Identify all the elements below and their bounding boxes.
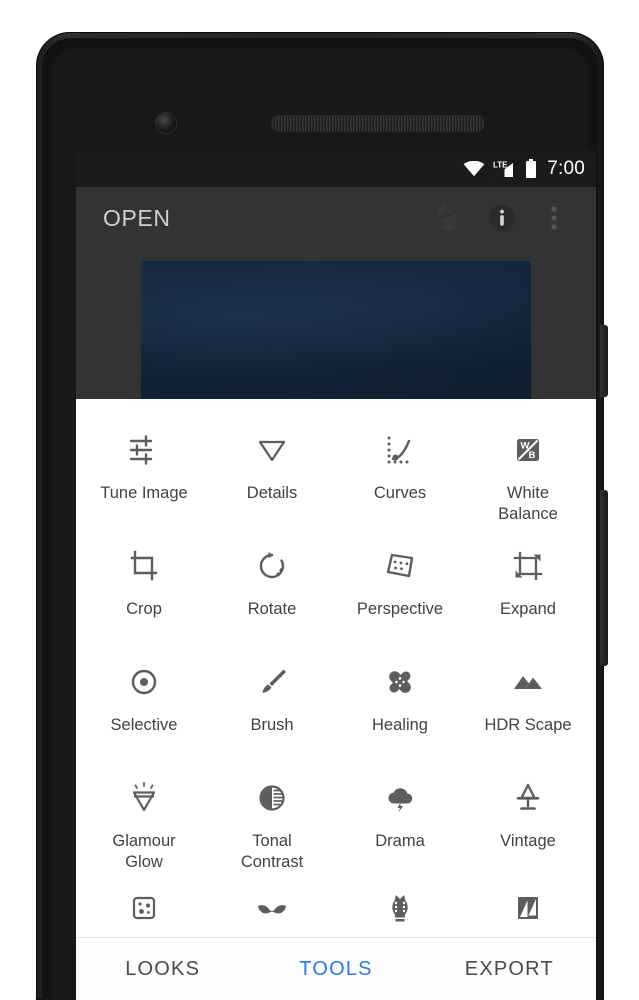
info-icon[interactable]: [476, 192, 528, 244]
photo-preview[interactable]: [141, 261, 531, 399]
tool-vintage[interactable]: Vintage: [464, 765, 592, 881]
tool-tonal-contrast[interactable]: Tonal Contrast: [208, 765, 336, 881]
svg-text:B: B: [529, 450, 536, 461]
tool-label: Details: [246, 484, 298, 502]
status-bar: LTE 7:00: [76, 151, 596, 187]
tool-glamour-glow[interactable]: Glamour Glow: [80, 765, 208, 881]
svg-text:LTE: LTE: [493, 161, 508, 170]
phone-screen: LTE 7:00 OPEN Tune Image Details Curves …: [76, 151, 596, 1000]
tool-drama[interactable]: Drama: [336, 765, 464, 881]
front-camera-icon: [156, 113, 176, 133]
phone-bezel-face: LTE 7:00 OPEN Tune Image Details Curves …: [52, 48, 596, 1000]
tune-sliders-icon: [127, 429, 161, 471]
tool-rotate[interactable]: Rotate: [208, 533, 336, 649]
tool-label: Healing: [372, 716, 428, 734]
grunge-icon: [383, 891, 417, 925]
perspective-icon: [383, 545, 417, 587]
power-button[interactable]: [600, 325, 608, 397]
tool-double-exposure[interactable]: [464, 881, 592, 933]
tools-sheet: Tune Image Details Curves W B White Bala…: [76, 399, 596, 1000]
tool-label: Rotate: [247, 600, 297, 618]
tonal-contrast-icon: [255, 777, 289, 819]
nav-tab-tools[interactable]: TOOLS: [249, 958, 422, 981]
wifi-icon: [463, 161, 485, 177]
expand-icon: [511, 545, 545, 587]
earpiece-speaker-grille: [272, 116, 484, 131]
tool-label: Expand: [500, 600, 556, 618]
nav-tab-export[interactable]: EXPORT: [423, 958, 596, 981]
white-balance-icon: W B: [511, 429, 545, 471]
tool-curves[interactable]: Curves: [336, 417, 464, 533]
tool-label: White Balance: [498, 484, 558, 524]
hdr-mountains-icon: [511, 661, 545, 703]
cell-signal-icon: LTE: [493, 160, 517, 178]
healing-bandage-icon: [383, 661, 417, 703]
tools-grid: Tune Image Details Curves W B White Bala…: [76, 399, 596, 933]
tool-label: Tonal Contrast: [240, 832, 304, 872]
tool-grainy-film[interactable]: [80, 881, 208, 933]
tool-label: Tune Image: [100, 484, 188, 502]
tool-label: Curves: [373, 484, 427, 502]
tool-grunge[interactable]: [336, 881, 464, 933]
tool-label: Perspective: [356, 600, 444, 618]
status-bar-clock: 7:00: [547, 158, 585, 179]
double-exposure-icon: [511, 891, 545, 925]
tool-expand[interactable]: Expand: [464, 533, 592, 649]
tool-retrolux[interactable]: [208, 881, 336, 933]
rotate-icon: [255, 545, 289, 587]
drama-cloud-icon: [383, 777, 417, 819]
tool-crop[interactable]: Crop: [80, 533, 208, 649]
tool-label: Glamour Glow: [112, 832, 176, 872]
bottom-nav: LOOKS TOOLS EXPORT: [76, 937, 596, 1000]
tool-perspective[interactable]: Perspective: [336, 533, 464, 649]
glamour-glow-icon: [127, 777, 161, 819]
nav-tab-looks[interactable]: LOOKS: [76, 958, 249, 981]
volume-rocker-button[interactable]: [600, 490, 608, 666]
tool-details[interactable]: Details: [208, 417, 336, 533]
brush-icon: [255, 661, 289, 703]
tool-hdr-scape[interactable]: HDR Scape: [464, 649, 592, 765]
details-triangle-icon: [255, 429, 289, 471]
tool-label: HDR Scape: [484, 716, 572, 734]
phone-inner-frame: LTE 7:00 OPEN Tune Image Details Curves …: [42, 38, 598, 1000]
crop-icon: [127, 545, 161, 587]
tool-label: Vintage: [500, 832, 556, 850]
overflow-menu-icon[interactable]: [528, 192, 580, 244]
photo-preview-area[interactable]: [76, 249, 596, 411]
tool-healing[interactable]: Healing: [336, 649, 464, 765]
phone-device: LTE 7:00 OPEN Tune Image Details Curves …: [36, 32, 608, 1000]
tool-brush[interactable]: Brush: [208, 649, 336, 765]
battery-full-icon: [525, 159, 537, 179]
tool-white-balance[interactable]: W B White Balance: [464, 417, 592, 533]
tool-label: Drama: [375, 832, 425, 850]
tool-tune-image[interactable]: Tune Image: [80, 417, 208, 533]
grainy-film-icon: [127, 891, 161, 925]
curves-icon: [383, 429, 417, 471]
stacks-icon[interactable]: [424, 192, 476, 244]
tool-label: Crop: [126, 600, 162, 618]
tool-label: Selective: [110, 716, 178, 734]
app-bar: OPEN: [76, 187, 596, 249]
tool-label: Brush: [250, 716, 294, 734]
open-button[interactable]: OPEN: [103, 205, 424, 232]
vintage-lamp-icon: [511, 777, 545, 819]
selective-icon: [127, 661, 161, 703]
tool-selective[interactable]: Selective: [80, 649, 208, 765]
retrolux-moustache-icon: [255, 891, 289, 925]
